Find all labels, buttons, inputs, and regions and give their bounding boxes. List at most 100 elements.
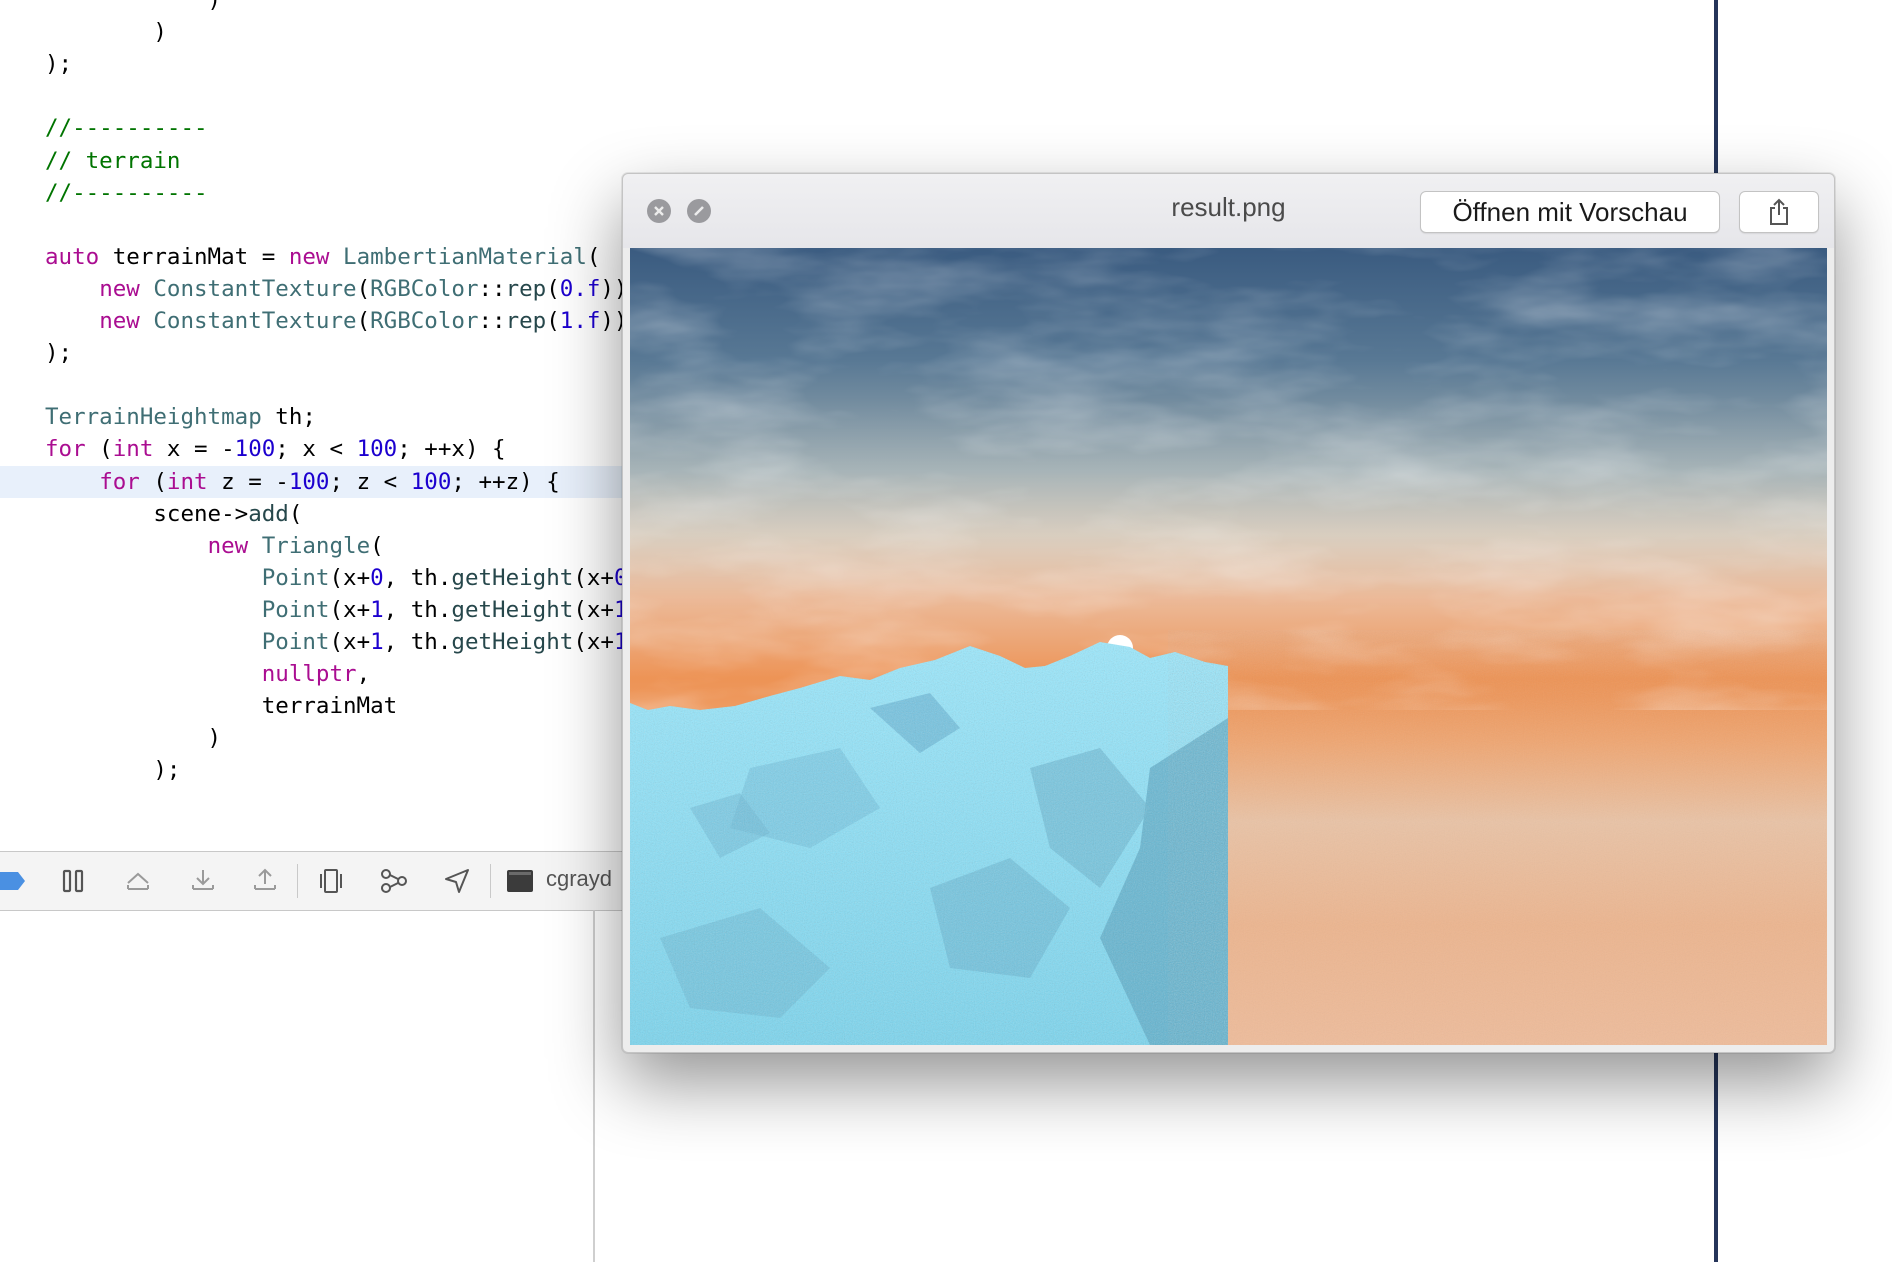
share-icon <box>1770 198 1788 225</box>
code-token: (x+ <box>573 564 614 591</box>
code-token: Triangle <box>261 532 371 559</box>
code-token: ( <box>586 243 601 270</box>
code-token: x = - <box>153 436 235 463</box>
code-token: ; x < <box>275 436 357 463</box>
code-text: new ConstantTexture(RGBColor::rep(0.f)), <box>0 276 641 302</box>
code-token: RGBColor <box>370 308 479 334</box>
terminal-icon[interactable] <box>503 864 537 898</box>
code-token: ( <box>546 308 560 334</box>
code-line[interactable]: ) <box>0 16 1720 48</box>
code-token: 1 <box>370 629 384 655</box>
simulate-location-icon[interactable] <box>440 864 474 898</box>
memory-graph-icon[interactable] <box>377 864 411 898</box>
code-token: getHeight <box>451 564 574 591</box>
code-token: getHeight <box>451 596 574 623</box>
code-token: terrainMat = <box>99 243 289 270</box>
step-into-icon[interactable] <box>186 864 220 898</box>
code-token: rep <box>505 308 547 334</box>
code-line[interactable] <box>0 80 1720 112</box>
code-line[interactable]: ); <box>0 48 1720 80</box>
code-text: ); <box>0 757 180 783</box>
step-over-icon[interactable] <box>121 864 155 898</box>
code-token: ( <box>288 500 303 527</box>
code-text: Point(x+1, th.getHeight(x+1 <box>0 629 628 655</box>
debug-target-label[interactable]: cgrayd <box>546 866 612 892</box>
code-token: RGBColor <box>370 275 479 302</box>
code-text: Point(x+0, th.getHeight(x+0 <box>0 565 628 591</box>
code-text: auto terrainMat = new LambertianMaterial… <box>0 244 600 270</box>
code-text: ) <box>0 725 222 752</box>
pause-icon[interactable] <box>56 864 90 898</box>
code-token: nullptr <box>261 661 357 688</box>
code-text: for (int z = -100; z < 100; ++z) { <box>0 469 560 495</box>
code-token: int <box>166 468 208 495</box>
code-token: 100 <box>234 436 276 463</box>
code-token: z = - <box>207 468 289 495</box>
view-hierarchy-icon[interactable] <box>314 864 348 898</box>
code-token: ) <box>45 0 222 13</box>
share-button[interactable] <box>1739 191 1819 233</box>
code-token: new <box>207 532 249 559</box>
rendered-image <box>630 248 1827 1045</box>
code-token: :: <box>478 308 506 334</box>
code-text: Point(x+1, th.getHeight(x+1 <box>0 597 628 623</box>
code-line[interactable]: //---------- <box>0 112 1720 144</box>
code-token: for <box>45 436 86 463</box>
code-token: ) <box>45 19 167 46</box>
code-token: 100 <box>356 436 398 463</box>
quicklook-titlebar[interactable]: result.png Öffnen mit Vorschau <box>623 174 1834 248</box>
breakpoints-icon[interactable] <box>0 870 26 892</box>
code-text: TerrainHeightmap th; <box>0 404 316 430</box>
code-token: ; ++z) { <box>451 468 560 495</box>
debug-toolbar: cgrayd <box>0 851 640 911</box>
code-token: int <box>112 436 154 463</box>
render-preview <box>630 248 1827 1045</box>
code-token: ( <box>546 275 560 302</box>
code-text: scene->add( <box>0 501 302 527</box>
toolbar-separator <box>297 864 298 898</box>
code-token: , th. <box>383 564 452 591</box>
code-text: nullptr, <box>0 661 370 687</box>
code-token: ); <box>45 340 73 367</box>
code-text: terrainMat <box>0 693 397 719</box>
code-text: new Triangle( <box>0 533 384 559</box>
code-token: new <box>99 275 140 302</box>
code-token: 0 <box>370 564 384 591</box>
code-text: ); <box>0 340 72 366</box>
code-token: , <box>356 661 371 688</box>
code-token: ) <box>45 725 222 752</box>
code-token: 0.f <box>559 275 601 302</box>
code-token: ); <box>45 51 73 78</box>
code-token: new <box>288 243 330 270</box>
code-token: ; z < <box>329 468 411 495</box>
pane-divider[interactable] <box>593 910 595 1262</box>
code-token: ); <box>45 757 181 784</box>
code-text: ) <box>0 19 167 45</box>
code-line[interactable]: // terrain <box>0 145 1720 177</box>
step-out-icon[interactable] <box>248 864 282 898</box>
open-with-preview-button[interactable]: Öffnen mit Vorschau <box>1420 191 1720 233</box>
code-text: new ConstantTexture(RGBColor::rep(1.f)) <box>0 308 627 334</box>
code-token: Point <box>261 596 330 623</box>
code-text: //---------- <box>0 115 208 141</box>
code-token: Point <box>261 564 330 591</box>
code-token: TerrainHeightmap <box>45 404 262 431</box>
code-token: 1 <box>370 596 384 623</box>
code-token: ( <box>139 468 167 495</box>
code-token: 100 <box>410 468 452 495</box>
code-line[interactable]: ) <box>0 0 1720 16</box>
code-token: (x+ <box>329 564 371 591</box>
code-text: ) <box>0 0 222 13</box>
code-token: ( <box>370 532 384 559</box>
code-token: new <box>99 308 140 334</box>
